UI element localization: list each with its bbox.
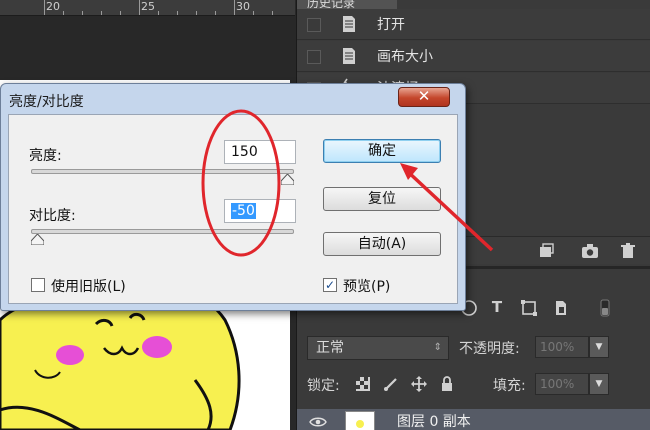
ok-button[interactable]: 确定 [323, 139, 441, 163]
contrast-value: -50 [231, 203, 256, 219]
opacity-field[interactable]: 100% [535, 336, 589, 358]
close-icon: ✕ [417, 87, 431, 105]
lock-image-pixels-icon[interactable] [383, 376, 399, 392]
smart-object-filter-icon[interactable] [551, 298, 571, 318]
ruler-tick [63, 11, 64, 15]
history-item[interactable]: 画布大小 [297, 41, 650, 72]
layer-thumbnail [345, 411, 375, 430]
opacity-label: 不透明度: [459, 341, 520, 357]
history-item[interactable]: 打开 [297, 9, 650, 40]
brightness-contrast-dialog: 亮度/对比度 ✕ 亮度: 150 对比度: -50 确定 复位 自动(A) 使用… [0, 83, 466, 311]
use-legacy-checkbox[interactable] [31, 278, 45, 292]
history-panel-tab[interactable]: 历史记录 [297, 0, 397, 9]
ruler-label: 20 [46, 0, 60, 13]
ruler-tick [120, 11, 121, 15]
fill-field[interactable]: 100% [535, 373, 589, 395]
brightness-slider-thumb[interactable] [281, 174, 294, 185]
ruler-tick [196, 11, 197, 15]
blend-mode-select[interactable]: 正常 ⇕ [307, 336, 449, 360]
shape-filter-icon[interactable] [519, 298, 539, 318]
lock-all-icon[interactable] [439, 376, 455, 392]
brightness-label: 亮度: [29, 148, 62, 164]
history-snapshot-checkbox[interactable] [307, 18, 321, 32]
ruler-tick [234, 0, 235, 15]
character-cheek-right [142, 336, 172, 358]
ruler-tick [215, 11, 216, 15]
document-icon [343, 48, 355, 64]
ruler-tick [101, 11, 102, 15]
contrast-input[interactable]: -50 [224, 199, 296, 223]
blend-mode-value: 正常 [316, 340, 344, 356]
brightness-input[interactable]: 150 [224, 140, 296, 164]
type-filter-icon[interactable]: T [487, 298, 507, 318]
character-cheek-left [56, 345, 84, 365]
preview-label: 预览(P) [343, 279, 391, 295]
preview-checkbox[interactable]: ✓ [323, 278, 337, 292]
brightness-slider-track[interactable] [31, 169, 294, 174]
reset-button[interactable]: 复位 [323, 187, 441, 211]
ruler-tick [177, 11, 178, 15]
opacity-dropdown-button[interactable]: ▼ [589, 336, 609, 358]
ruler-tick [82, 11, 83, 15]
use-legacy-label: 使用旧版(L) [51, 279, 126, 295]
ruler-tick [158, 11, 159, 15]
ruler-label: 25 [141, 0, 155, 13]
contrast-slider-track[interactable] [31, 229, 294, 234]
lock-position-icon[interactable] [411, 376, 427, 392]
filter-toggle-icon[interactable] [595, 298, 615, 318]
eye-icon[interactable] [309, 416, 327, 428]
dialog-body: 亮度: 150 对比度: -50 确定 复位 自动(A) 使用旧版(L) ✓ 预… [8, 114, 458, 304]
ruler-tick [272, 11, 273, 15]
fill-label: 填充: [493, 378, 526, 394]
horizontal-ruler: 20 25 30 [0, 0, 295, 16]
contrast-slider-thumb[interactable] [31, 234, 44, 245]
history-item-label: 画布大小 [377, 49, 433, 65]
fill-dropdown-button[interactable]: ▼ [589, 373, 609, 395]
chevron-updown-icon: ⇕ [433, 342, 442, 353]
document-icon [343, 16, 355, 32]
lock-label: 锁定: [307, 378, 340, 394]
history-snapshot-checkbox[interactable] [307, 50, 321, 64]
dialog-title: 亮度/对比度 [9, 94, 84, 110]
trash-icon[interactable] [619, 243, 637, 259]
ruler-tick [139, 0, 140, 15]
contrast-label: 对比度: [29, 208, 76, 224]
layer-name[interactable]: 图层 0 副本 [397, 411, 471, 430]
ruler-tick [253, 11, 254, 15]
auto-button[interactable]: 自动(A) [323, 232, 441, 256]
ruler-tick [44, 0, 45, 15]
close-button[interactable]: ✕ [398, 87, 450, 107]
ruler-label: 30 [236, 0, 250, 13]
lock-transparent-pixels-icon[interactable] [355, 376, 371, 392]
layer-row[interactable]: 图层 0 副本 [297, 409, 650, 430]
camera-icon[interactable] [581, 243, 599, 259]
new-document-from-state-icon[interactable] [537, 243, 555, 259]
history-item-label: 打开 [377, 17, 405, 33]
